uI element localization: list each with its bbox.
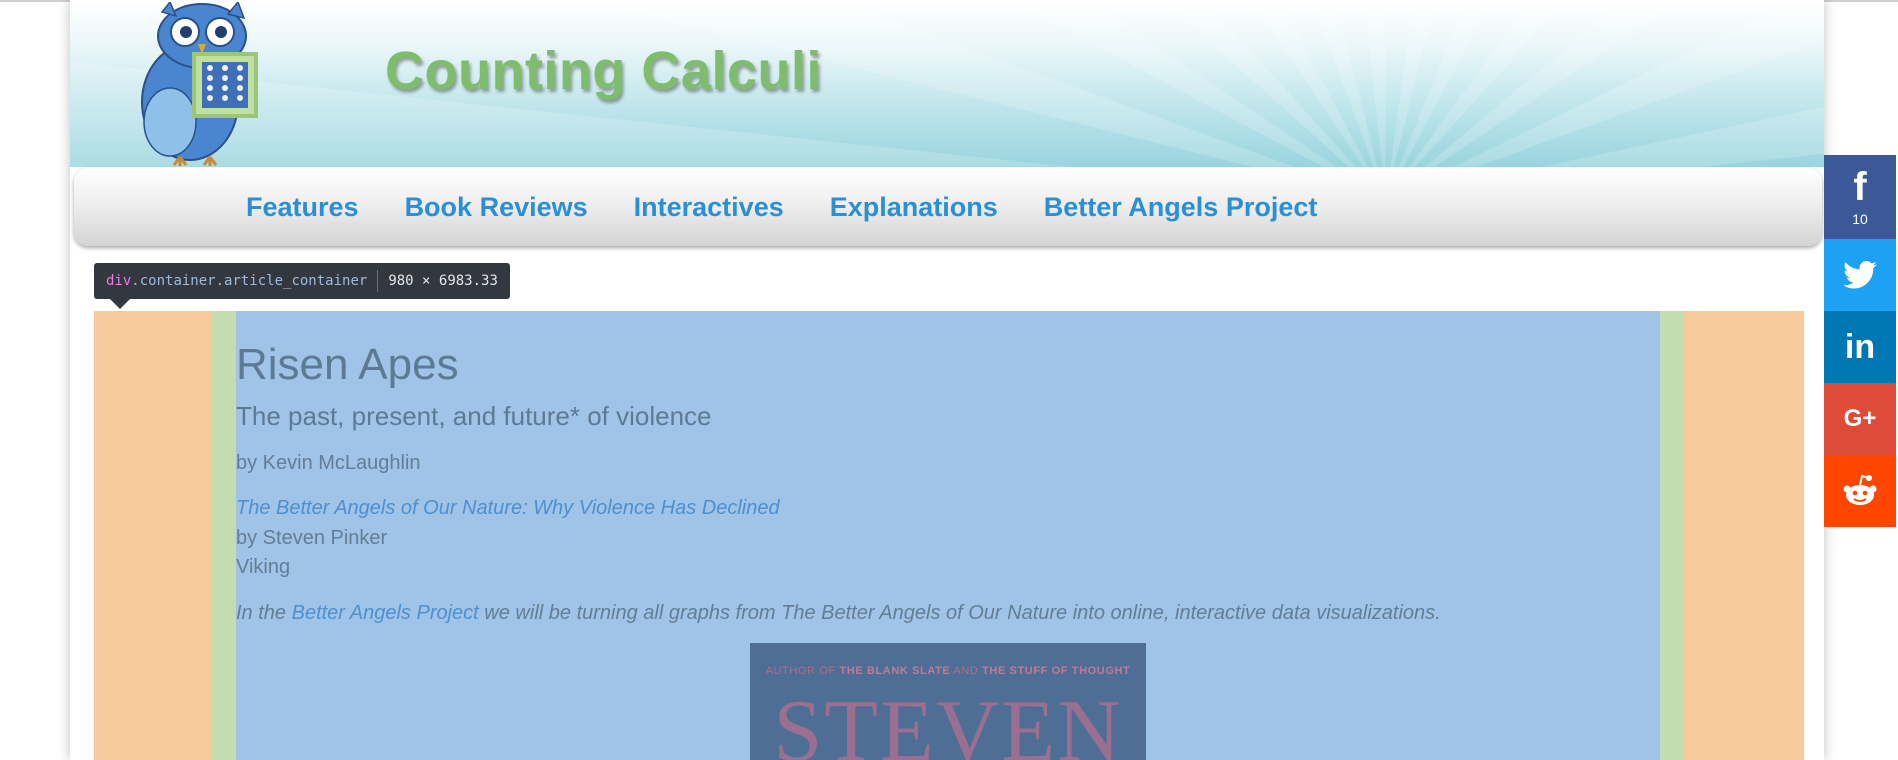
twitter-share-button[interactable]	[1824, 239, 1896, 311]
facebook-share-count: 10	[1852, 211, 1868, 227]
main-nav: Features Book Reviews Interactives Expla…	[74, 168, 1822, 246]
cover-line-book1: THE BLANK SLATE	[839, 665, 951, 677]
cover-line-and: AND	[953, 665, 979, 677]
site-title[interactable]: Counting Calculi	[385, 40, 822, 102]
article-byline: by Kevin McLaughlin	[236, 452, 421, 474]
tooltip-dimensions: 980 × 6983.33	[388, 273, 498, 289]
nav-item-explanations[interactable]: Explanations	[830, 192, 998, 223]
tooltip-separator	[377, 270, 379, 292]
better-angels-project-link[interactable]: Better Angels Project	[292, 602, 479, 624]
facebook-icon: f	[1853, 165, 1867, 209]
google-plus-icon: G+	[1843, 405, 1877, 432]
book-title-link[interactable]: The Better Angels of Our Nature: Why Vio…	[236, 497, 780, 520]
owl-abacus-logo[interactable]	[110, 2, 275, 167]
tooltip-classes: .container.article_container	[131, 273, 368, 289]
article-container: Risen Apes The past, present, and future…	[236, 311, 1660, 760]
linkedin-share-button[interactable]: in	[1824, 311, 1896, 383]
intro-text: In the Better Angels Project we will be …	[236, 602, 1441, 625]
header-rays	[70, 2, 1824, 167]
nav-items: Features Book Reviews Interactives Expla…	[246, 168, 1363, 246]
reddit-share-button[interactable]	[1824, 455, 1896, 527]
article-title: Risen Apes	[236, 340, 459, 389]
tooltip-arrow	[110, 299, 130, 309]
devtools-element-tooltip: div .container.article_container 980 × 69…	[94, 263, 510, 299]
nav-item-book-reviews[interactable]: Book Reviews	[405, 192, 588, 223]
article-subtitle: The past, present, and future* of violen…	[236, 401, 712, 431]
google-plus-share-button[interactable]: G+	[1824, 383, 1896, 455]
site-header: Counting Calculi	[70, 2, 1824, 167]
cover-line-prefix: AUTHOR OF	[765, 665, 836, 677]
nav-item-better-angels-project[interactable]: Better Angels Project	[1044, 192, 1318, 223]
cover-author-line: AUTHOR OF THE BLANK SLATE AND THE STUFF …	[750, 665, 1146, 677]
cover-line-book2: THE STUFF OF THOUGHT	[982, 665, 1131, 677]
social-share-bar: f 10 in G+	[1824, 155, 1896, 527]
nav-item-features[interactable]: Features	[246, 192, 359, 223]
linkedin-icon: in	[1844, 327, 1876, 366]
cover-author-name: STEVEN	[773, 683, 1123, 760]
facebook-share-button[interactable]: f 10	[1824, 155, 1896, 239]
intro-prefix: In the	[236, 602, 287, 624]
twitter-icon	[1843, 261, 1877, 289]
book-cover-image: AUTHOR OF THE BLANK SLATE AND THE STUFF …	[750, 643, 1146, 760]
book-publisher: Viking	[236, 556, 291, 578]
intro-suffix: we will be turning all graphs from The B…	[478, 602, 1441, 624]
book-author: by Steven Pinker	[236, 527, 388, 549]
tooltip-tag: div	[106, 273, 132, 289]
reddit-icon	[1843, 474, 1877, 505]
nav-item-interactives[interactable]: Interactives	[634, 192, 784, 223]
